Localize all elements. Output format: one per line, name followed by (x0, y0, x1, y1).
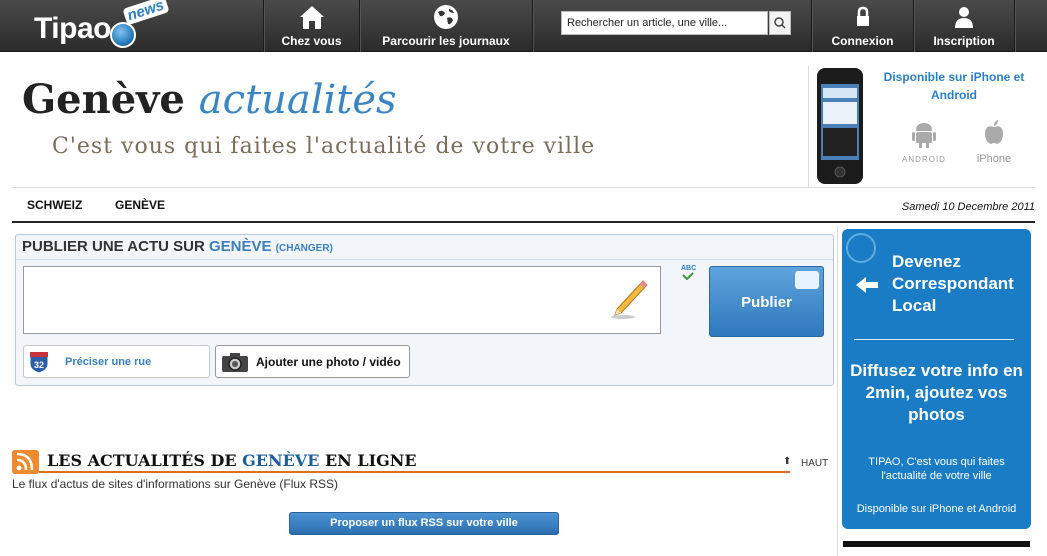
add-photo-video-label: Ajouter une photo / vidéo (256, 355, 401, 369)
breadcrumb-schweiz[interactable]: SCHWEIZ (27, 198, 82, 212)
nav-parcourir-label: Parcourir les journaux (382, 34, 510, 48)
add-photo-video-button[interactable]: Ajouter une photo / vidéo (215, 345, 410, 378)
nav-connexion-label: Connexion (831, 34, 894, 48)
promo-heading: Devenez Correspondant Local (892, 252, 1014, 315)
search-button[interactable] (769, 11, 791, 35)
rss-icon[interactable] (12, 450, 39, 474)
site-slogan: C'est vous qui faites l'actualité de vot… (52, 134, 596, 159)
camera-icon (222, 353, 248, 372)
feed-title-prefix: LES ACTUALITÉS DE (47, 451, 237, 470)
android-label: ANDROID (902, 155, 946, 164)
globe-icon (434, 5, 458, 29)
promo-tagline: TIPAO, C'est vous qui faites l'actualité… (868, 456, 1005, 482)
sidebar-bottom-bar (843, 541, 1030, 547)
feed-title-suffix: EN LIGNE (324, 451, 417, 470)
pencil-icon (611, 280, 648, 319)
iphone-store-link[interactable]: iPhone (971, 118, 1017, 165)
speech-bubble-icon (795, 271, 819, 289)
nav-chez-vous-label: Chez vous (281, 34, 342, 48)
nav-chez-vous[interactable]: Chez vous (264, 0, 359, 52)
breadcrumb: SCHWEIZ GENÈVE Samedi 10 Decembre 2011 (12, 188, 1035, 223)
highway-shield-icon: 32 (29, 351, 49, 374)
current-date: Samedi 10 Decembre 2011 (901, 201, 1035, 213)
spellcheck-label: ABC (681, 265, 697, 272)
logo-news-badge: news (122, 0, 170, 26)
back-to-top-link[interactable]: HAUT (801, 458, 828, 469)
publish-heading-text: PUBLIER UNE ACTU SUR (22, 238, 205, 255)
change-city-link[interactable]: (CHANGER) (276, 243, 333, 254)
home-icon (299, 6, 324, 29)
publish-news-panel: PUBLIER UNE ACTU SUR GENÈVE (CHANGER) AB… (15, 234, 834, 386)
feed-title-city: GENÈVE (242, 451, 320, 470)
nav-inscription-label: Inscription (933, 34, 995, 48)
publish-button[interactable]: Publier (709, 266, 824, 337)
feed-title-underline (39, 471, 790, 473)
android-icon (912, 123, 936, 148)
publish-heading: PUBLIER UNE ACTU SUR GENÈVE (CHANGER) (22, 238, 333, 255)
news-text-input[interactable] (23, 266, 661, 334)
apple-icon (985, 120, 1003, 144)
arrow-left-icon (856, 277, 878, 293)
globe-watermark-icon (846, 233, 876, 263)
feed-subtitle: Le flux d'actus de sites d'informations … (12, 477, 339, 491)
specify-street-label: Préciser une rue (65, 356, 152, 368)
lock-icon (856, 6, 869, 26)
tipao-logo[interactable]: Tipao news (34, 0, 170, 48)
spellcheck-icon[interactable]: ABC (681, 265, 696, 280)
title-city: Genève (22, 76, 185, 123)
nav-inscription[interactable]: Inscription (914, 0, 1014, 52)
publish-heading-city: GENÈVE (208, 238, 272, 255)
search-icon (774, 17, 786, 29)
correspondent-promo[interactable]: Devenez Correspondant Local Diffusez vot… (842, 229, 1031, 529)
nav-separator (532, 0, 533, 52)
search-form (561, 11, 791, 35)
arrow-up-icon[interactable]: ⬆ (783, 456, 791, 467)
app-availability-title[interactable]: Disponible sur iPhone et Android (879, 68, 1029, 104)
promo-main-text: Diffusez votre info en 2min, ajoutez vos… (850, 361, 1023, 424)
specify-street-button[interactable]: 32 Préciser une rue (23, 345, 210, 378)
feed-section-title: LES ACTUALITÉS DE GENÈVE EN LIGNE (47, 451, 417, 470)
android-store-link[interactable]: ANDROID (901, 120, 947, 164)
logo-text: Tipao (34, 12, 111, 45)
promo-divider (854, 339, 1014, 340)
globe-logo-icon (110, 22, 136, 48)
page-title[interactable]: Genève actualités (22, 76, 397, 123)
top-navigation-bar: Tipao news Chez vous Parcourir les journ… (0, 0, 1047, 52)
site-header: Genève actualités C'est vous qui faites … (12, 56, 1035, 188)
breadcrumb-geneve[interactable]: GENÈVE (115, 198, 165, 212)
sidebar-divider (837, 226, 838, 556)
panel-divider (16, 259, 833, 260)
propose-rss-button[interactable]: Proposer un flux RSS sur votre ville (289, 512, 559, 535)
mobile-app-promo: Disponible sur iPhone et Android ANDROID… (808, 66, 1035, 188)
nav-separator (1014, 0, 1015, 52)
iphone-label: iPhone (976, 153, 1012, 165)
checkmark-icon (682, 272, 694, 280)
publish-button-label: Publier (741, 294, 792, 311)
iphone-image[interactable] (815, 66, 865, 186)
promo-availability: Disponible sur iPhone et Android (856, 503, 1017, 515)
highway-shield-number: 32 (34, 360, 44, 370)
user-icon (955, 7, 973, 28)
nav-connexion[interactable]: Connexion (812, 0, 913, 52)
search-input[interactable] (561, 11, 768, 35)
nav-parcourir[interactable]: Parcourir les journaux (360, 0, 532, 52)
title-accent: actualités (198, 77, 397, 123)
